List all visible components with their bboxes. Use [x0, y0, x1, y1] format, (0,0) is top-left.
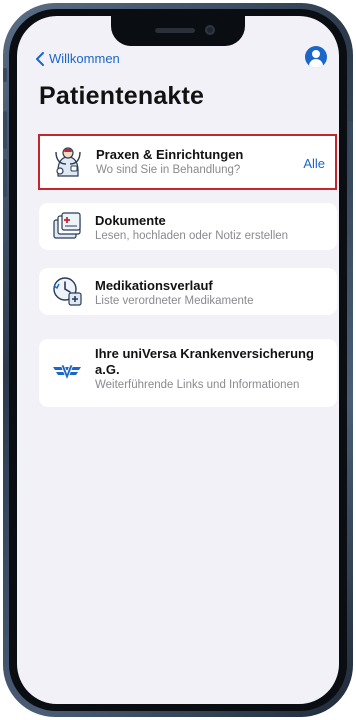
praxen-text: Praxen & Einrichtungen Wo sind Sie in Be…: [96, 147, 327, 178]
volume-down-button: [3, 159, 7, 197]
insurance-logo-icon: [53, 364, 81, 382]
chevron-left-icon: [36, 51, 44, 66]
praxen-card[interactable]: Praxen & Einrichtungen Wo sind Sie in Be…: [38, 134, 337, 190]
medication-history-icon: [53, 277, 82, 306]
speaker-grille: [155, 28, 195, 33]
notch: [111, 16, 245, 46]
card-subtitle: Wo sind Sie in Behandlung?: [96, 164, 241, 176]
avatar-body: [309, 59, 323, 68]
card-subtitle: Lesen, hochladen oder Notiz erstellen: [95, 230, 289, 242]
universa-text: Ihre uniVersa Krankenversicherung a.G. W…: [95, 346, 329, 393]
card-subtitle: Liste verordneter Medikamente: [95, 295, 254, 307]
camera-icon: [205, 25, 215, 35]
card-title: Medikationsverlauf: [95, 278, 213, 293]
back-button[interactable]: Willkommen: [35, 51, 120, 66]
all-link[interactable]: Alle: [303, 156, 325, 171]
card-title: Praxen & Einrichtungen: [96, 147, 244, 162]
page-title: Patientenakte: [39, 82, 205, 110]
dokumente-card[interactable]: Dokumente Lesen, hochladen oder Notiz er…: [39, 203, 337, 250]
avatar-head: [312, 50, 320, 58]
profile-avatar[interactable]: [305, 46, 327, 68]
card-title: Ihre uniVersa Krankenversicherung a.G.: [95, 346, 314, 377]
documents-icon: [53, 212, 81, 239]
medikation-card[interactable]: Medikationsverlauf Liste verordneter Med…: [39, 268, 337, 315]
card-subtitle: Weiterführende Links und Informationen: [95, 379, 300, 391]
mute-switch: [3, 68, 7, 82]
medikation-text: Medikationsverlauf Liste verordneter Med…: [95, 278, 329, 309]
power-button: [349, 121, 353, 181]
volume-up-button: [3, 111, 7, 149]
screen: Willkommen Patientenakte Praxen & Einric…: [17, 16, 339, 704]
universa-card[interactable]: Ihre uniVersa Krankenversicherung a.G. W…: [39, 339, 337, 407]
doctor-icon: [55, 147, 81, 177]
back-label: Willkommen: [49, 51, 120, 66]
dokumente-text: Dokumente Lesen, hochladen oder Notiz er…: [95, 213, 329, 244]
card-title: Dokumente: [95, 213, 166, 228]
